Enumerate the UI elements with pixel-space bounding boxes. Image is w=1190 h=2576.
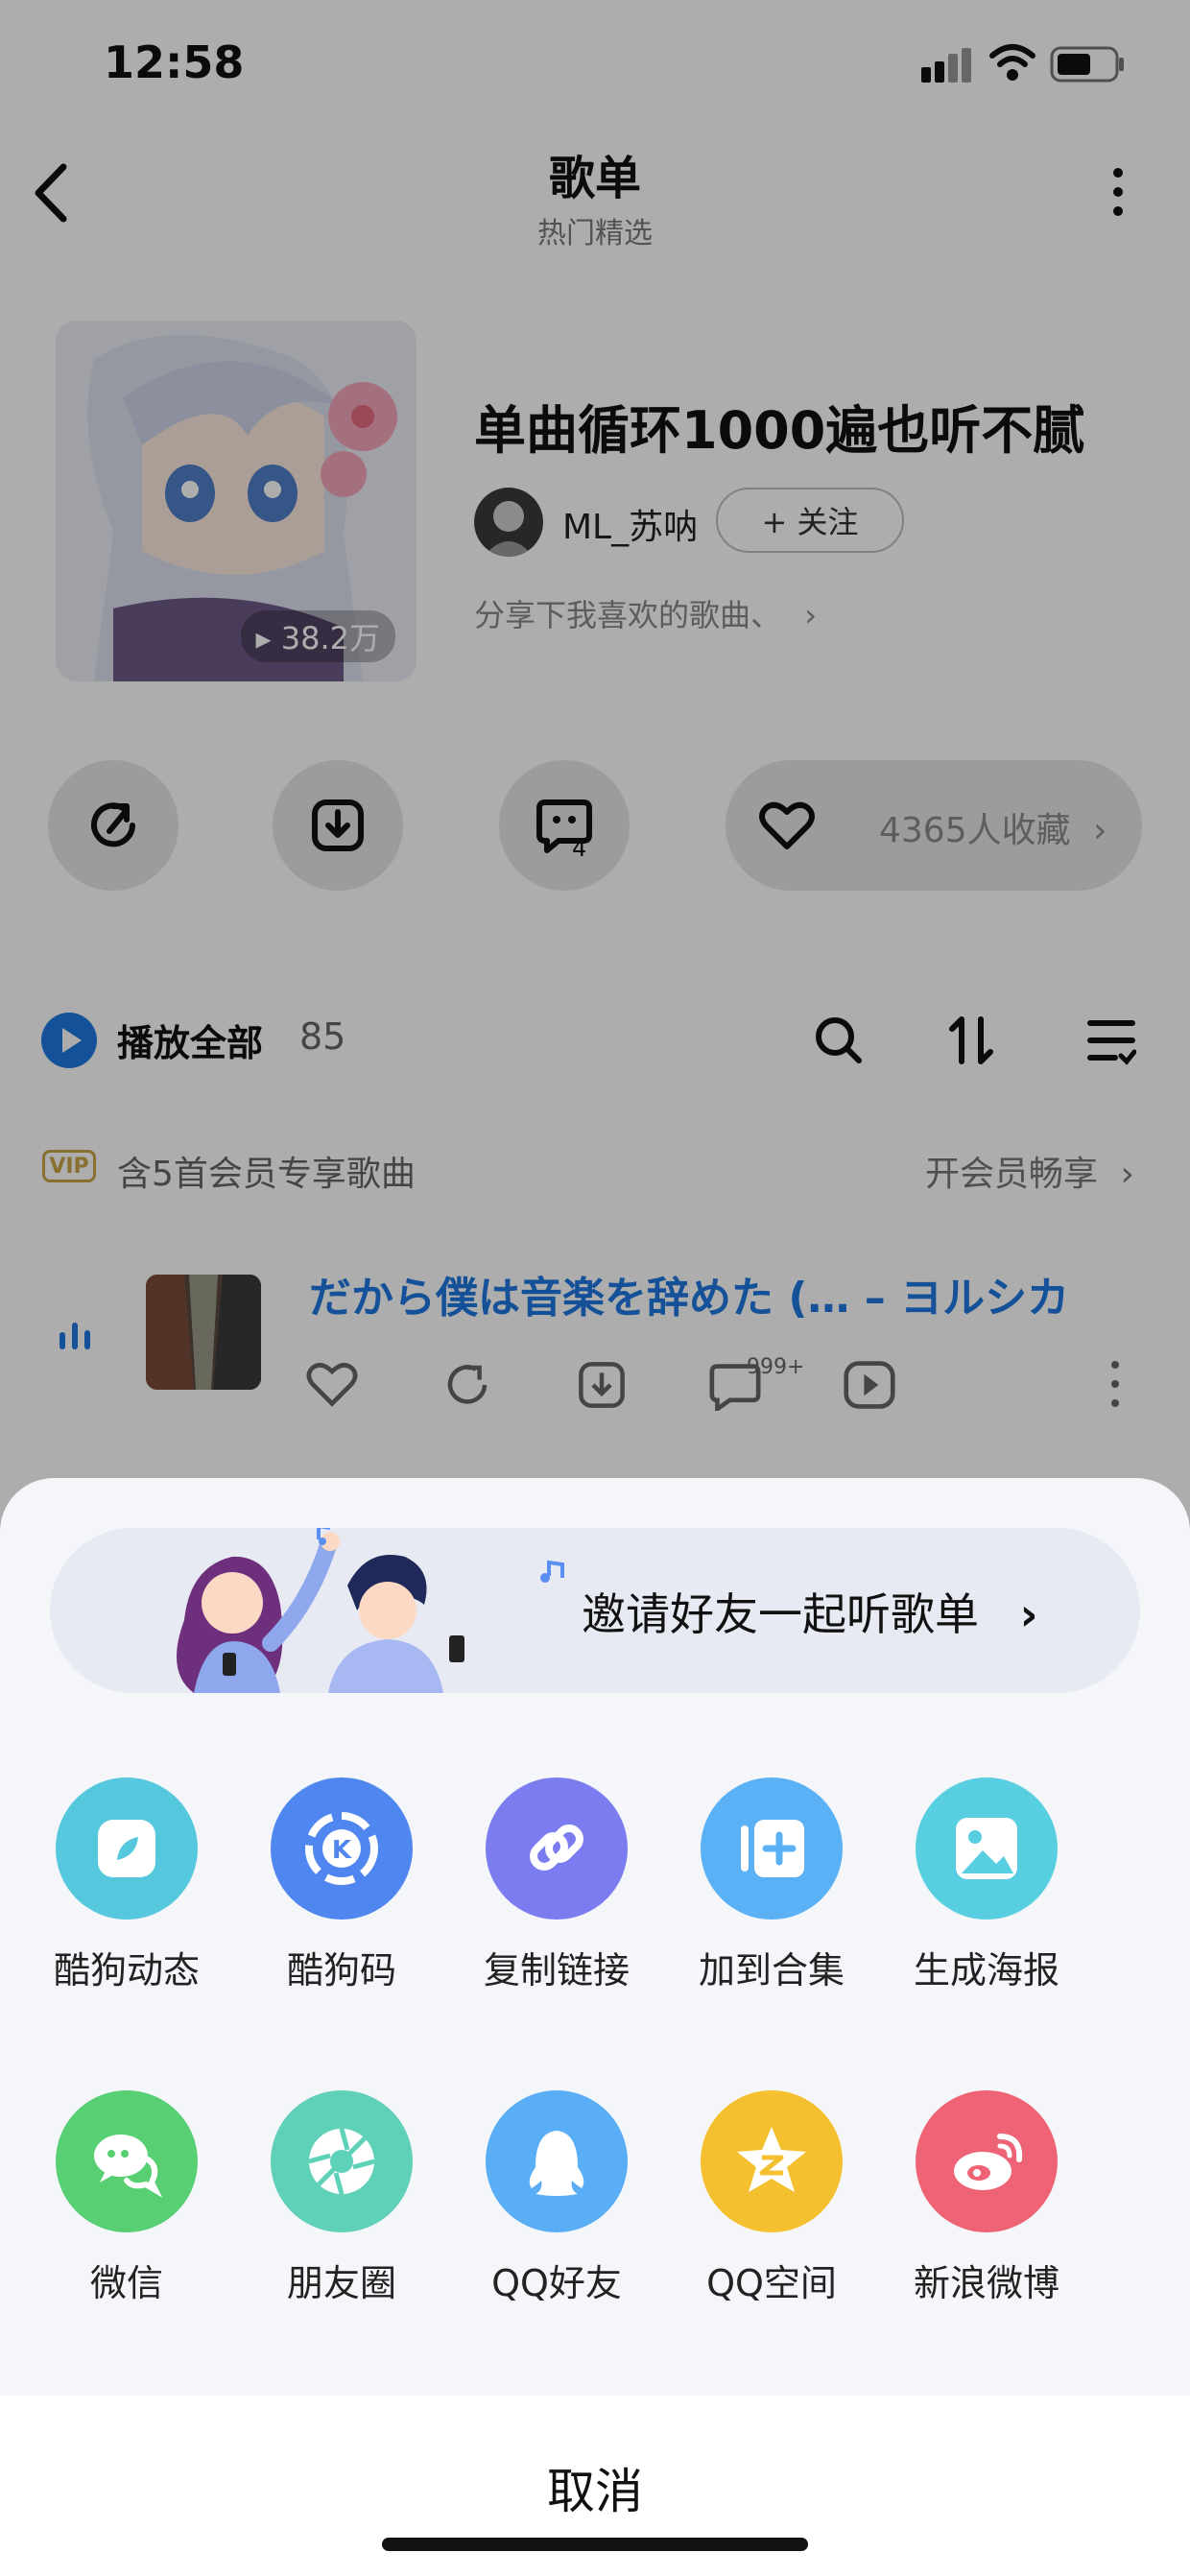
share-circle (271, 2090, 413, 2232)
share-generate-poster[interactable]: 生成海报 (891, 1777, 1083, 1993)
poster-icon (956, 1818, 1017, 1879)
share-add-collection[interactable]: 加到合集 (676, 1777, 868, 1993)
share-circle (916, 2090, 1058, 2232)
chevron-right-icon: › (1019, 1588, 1038, 1640)
share-circle (486, 2090, 628, 2232)
invite-friends-label: 邀请好友一起听歌单 (582, 1588, 979, 1640)
share-label: 生成海报 (913, 1949, 1059, 1992)
kugou-moments-icon (98, 1820, 155, 1877)
share-weibo[interactable]: 新浪微博 (891, 2090, 1083, 2306)
share-label: 酷狗动态 (53, 1949, 200, 1992)
share-label: QQ好友 (491, 2262, 622, 2304)
link-icon (530, 1825, 583, 1871)
share-circle (916, 1777, 1058, 1920)
share-moments[interactable]: 朋友圈 (246, 2090, 438, 2306)
wechat-icon (94, 2135, 163, 2198)
share-kugou-code[interactable]: K 酷狗码 (246, 1777, 438, 1993)
share-kugou-moments[interactable]: 酷狗动态 (31, 1777, 223, 1993)
qzone-icon (737, 2127, 806, 2192)
share-qq-friends[interactable]: QQ好友 (461, 2090, 653, 2306)
add-collection-icon (741, 1820, 804, 1877)
share-copy-link[interactable]: 复制链接 (461, 1777, 653, 1993)
invite-friends-text: 邀请好友一起听歌单 › (582, 1580, 1038, 1643)
svg-text:K: K (332, 1836, 352, 1865)
share-wechat[interactable]: 微信 (31, 2090, 223, 2306)
cancel-button[interactable]: 取消 (0, 2453, 1190, 2522)
share-label: 朋友圈 (286, 2262, 396, 2304)
share-circle (56, 2090, 198, 2232)
share-label: 微信 (89, 2262, 163, 2304)
share-label: 新浪微博 (913, 2262, 1059, 2304)
qq-icon (529, 2131, 584, 2196)
share-qzone[interactable]: QQ空间 (676, 2090, 868, 2306)
share-circle (56, 1777, 198, 1920)
share-label: QQ空间 (706, 2262, 837, 2304)
share-label: 复制链接 (483, 1949, 630, 1992)
kugou-code-icon: K (305, 1812, 378, 1885)
share-label: 加到合集 (698, 1949, 845, 1992)
share-circle (486, 1777, 628, 1920)
share-circle (701, 2090, 843, 2232)
share-circle (701, 1777, 843, 1920)
share-label: 酷狗码 (286, 1949, 396, 1992)
weibo-icon (954, 2134, 1023, 2190)
listening-together-illustration (177, 1528, 564, 1693)
share-circle: K (271, 1777, 413, 1920)
home-indicator (382, 2538, 808, 2551)
moments-icon (308, 2128, 375, 2195)
